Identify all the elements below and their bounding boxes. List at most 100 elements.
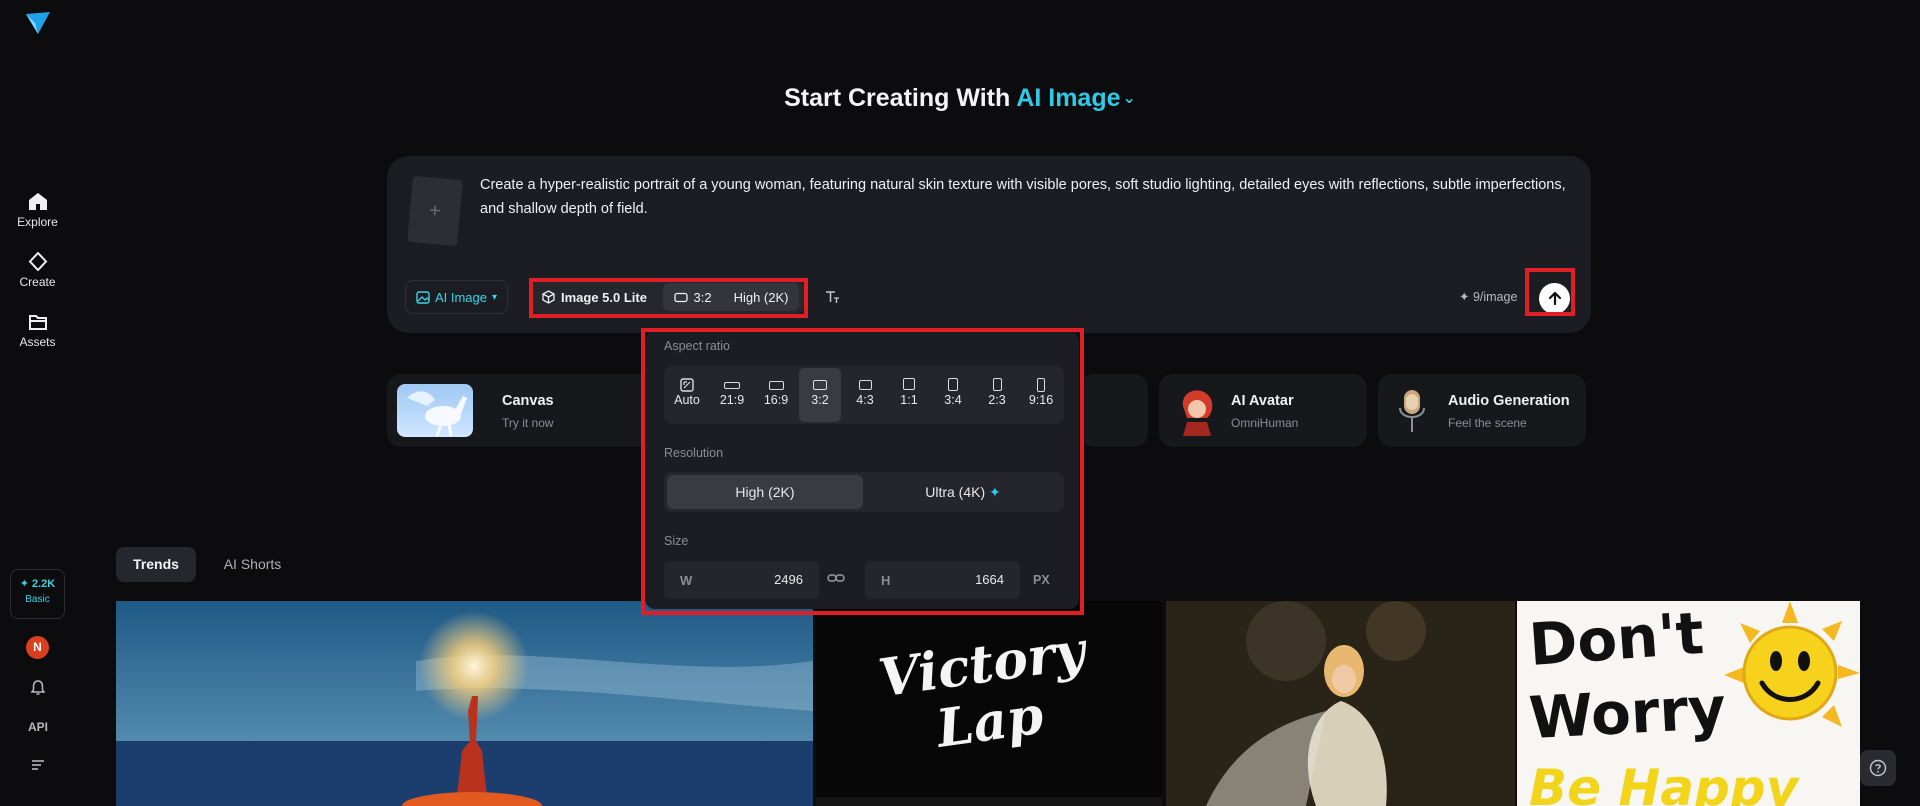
- card-title: AI Avatar: [1231, 393, 1294, 409]
- cube-icon: [542, 290, 555, 304]
- width-field[interactable]: W 2496: [664, 561, 819, 599]
- smiley-sun-icon: [1724, 601, 1860, 727]
- avatar[interactable]: N: [26, 636, 49, 659]
- size-title: Size: [664, 534, 689, 548]
- ratio-label: 3:2: [811, 393, 829, 407]
- ratio-option-21-9[interactable]: 21:9: [711, 368, 753, 422]
- question-icon: [1869, 759, 1887, 777]
- ratio-option-auto[interactable]: Auto: [666, 368, 708, 422]
- cost-per-image: ✦ 9/image: [1459, 290, 1518, 304]
- mode-label: AI Image: [434, 289, 487, 305]
- ratio-option-16-9[interactable]: 16:9: [755, 368, 797, 422]
- credits-badge[interactable]: ✦ 2.2K Basic: [10, 569, 65, 619]
- ratio-option-9-16[interactable]: 9:16: [1020, 368, 1062, 422]
- model-label: Image 5.0 Lite: [561, 289, 647, 305]
- sidebar-item-label: Assets: [19, 335, 56, 349]
- resolution-option-high[interactable]: High (2K): [667, 475, 863, 509]
- ratio-label: 16:9: [763, 393, 789, 407]
- microphone-thumbnail: [1392, 384, 1432, 437]
- plan-label: Basic: [25, 594, 50, 605]
- worry-line-3: Be Happy: [1529, 759, 1799, 806]
- page-title: Start Creating With AI Image ⌄: [0, 84, 1920, 113]
- ratio-label: 2:3: [988, 393, 1006, 407]
- help-button[interactable]: [1860, 750, 1896, 786]
- aspect-ratio-title: Aspect ratio: [664, 339, 731, 353]
- sidebar-item-label: Explore: [17, 215, 58, 229]
- ratio-21-9-icon: [724, 382, 740, 389]
- worry-line-2: Worry: [1527, 673, 1728, 753]
- image-icon: [416, 290, 430, 304]
- mode-dropdown[interactable]: AI Image ▾: [405, 280, 508, 314]
- arrow-up-icon: [1548, 291, 1561, 306]
- height-value: 1664: [975, 572, 1004, 587]
- ratio-9-16-icon: [1037, 378, 1045, 392]
- chevron-down-icon: ⌄: [1122, 90, 1136, 107]
- sidebar-item-assets[interactable]: Assets: [0, 313, 75, 349]
- sidebar-item-create[interactable]: Create: [0, 252, 75, 289]
- width-value: 2496: [774, 572, 803, 587]
- feature-card-audio[interactable]: Audio Generation Feel the scene: [1378, 374, 1586, 447]
- chevron-down-icon: ▾: [492, 291, 498, 303]
- ratio-label: Auto: [674, 393, 700, 407]
- resolution-option-ultra[interactable]: Ultra (4K) ✦: [865, 475, 1061, 509]
- ratio-label: 3:4: [944, 393, 962, 407]
- ratio-option-3-4[interactable]: 3:4: [932, 368, 974, 422]
- gallery-item-sea-light[interactable]: [116, 601, 813, 806]
- feature-card-ai-avatar[interactable]: AI Avatar OmniHuman: [1159, 374, 1367, 447]
- aspect-ratio-icon: [673, 292, 688, 302]
- ratio-quality-button[interactable]: 3:2 High (2K): [663, 283, 799, 311]
- menu-icon[interactable]: [27, 758, 49, 775]
- feature-card-partial[interactable]: [1080, 374, 1148, 447]
- gallery-item-princess[interactable]: [1166, 601, 1515, 806]
- upload-reference-button[interactable]: +: [407, 175, 463, 247]
- ratio-option-2-3[interactable]: 2:3: [976, 368, 1018, 422]
- link-dimensions-icon[interactable]: [827, 571, 845, 590]
- auto-ratio-icon: [680, 378, 694, 392]
- feature-card-canvas[interactable]: Canvas Try it now: [387, 374, 662, 447]
- ratio-label: 9:16: [1028, 393, 1054, 407]
- height-field[interactable]: H 1664: [865, 561, 1020, 599]
- sidebar-item-label: Create: [19, 275, 56, 289]
- quality-label: High (2K): [733, 289, 789, 305]
- ratio-label: 4:3: [856, 393, 874, 407]
- tab-trends[interactable]: Trends: [116, 547, 196, 582]
- sidebar-item-explore[interactable]: Explore: [0, 192, 75, 229]
- model-settings-group: Image 5.0 Lite 3:2 High (2K): [532, 280, 804, 314]
- text-format-icon[interactable]: [815, 280, 849, 314]
- gallery-item-victory-lap[interactable]: Victory Lap: [816, 601, 1162, 806]
- aspect-ratio-popup: Aspect ratio Auto 21:9 16:9 3:2 4:3 1:1 …: [645, 331, 1079, 609]
- title-prefix: Start Creating With: [784, 84, 1011, 112]
- ratio-option-4-3[interactable]: 4:3: [844, 368, 886, 422]
- home-icon: [28, 193, 47, 210]
- gallery-item-dont-worry[interactable]: Don't Worry Be Happy: [1517, 601, 1860, 806]
- ratio-label: 21:9: [719, 393, 745, 407]
- ratio-16-9-icon: [768, 381, 784, 390]
- resolution-title: Resolution: [664, 446, 724, 460]
- app-logo-icon[interactable]: [24, 10, 52, 36]
- prompt-input[interactable]: Create a hyper-realistic portrait of a y…: [480, 173, 1570, 221]
- worry-line-1: Don't: [1526, 601, 1706, 680]
- tab-ai-shorts[interactable]: AI Shorts: [210, 547, 295, 582]
- ratio-2-3-icon: [992, 378, 1002, 391]
- ai-mode-switch[interactable]: AI Image ⌄: [1016, 84, 1136, 112]
- ratio-option-1-1[interactable]: 1:1: [888, 368, 930, 422]
- generate-button[interactable]: [1539, 283, 1570, 314]
- prompt-panel: + Create a hyper-realistic portrait of a…: [387, 156, 1591, 333]
- ratio-3-4-icon: [948, 378, 958, 391]
- width-key: W: [680, 573, 693, 588]
- api-link[interactable]: API: [27, 720, 49, 734]
- avatar-thumbnail: [1175, 384, 1219, 437]
- sidebar: Explore Create Assets ✦ 2.2K Basic N API: [0, 0, 75, 806]
- sparkle-icon: ✦: [989, 484, 1001, 500]
- model-select-button[interactable]: Image 5.0 Lite: [532, 280, 657, 314]
- card-title: Audio Generation: [1448, 393, 1570, 409]
- height-key: H: [881, 573, 891, 588]
- resolution-options: High (2K) Ultra (4K) ✦: [664, 472, 1064, 512]
- ratio-option-3-2[interactable]: 3:2: [799, 368, 841, 422]
- ratio-label: 1:1: [900, 393, 918, 407]
- ratio-3-2-icon: [813, 380, 827, 390]
- aspect-ratio-options: Auto 21:9 16:9 3:2 4:3 1:1 3:4 2:3 9:16: [664, 366, 1064, 424]
- bell-icon[interactable]: [27, 679, 49, 699]
- ratio-label: 3:2: [693, 289, 712, 305]
- gallery-divider: [816, 797, 1162, 806]
